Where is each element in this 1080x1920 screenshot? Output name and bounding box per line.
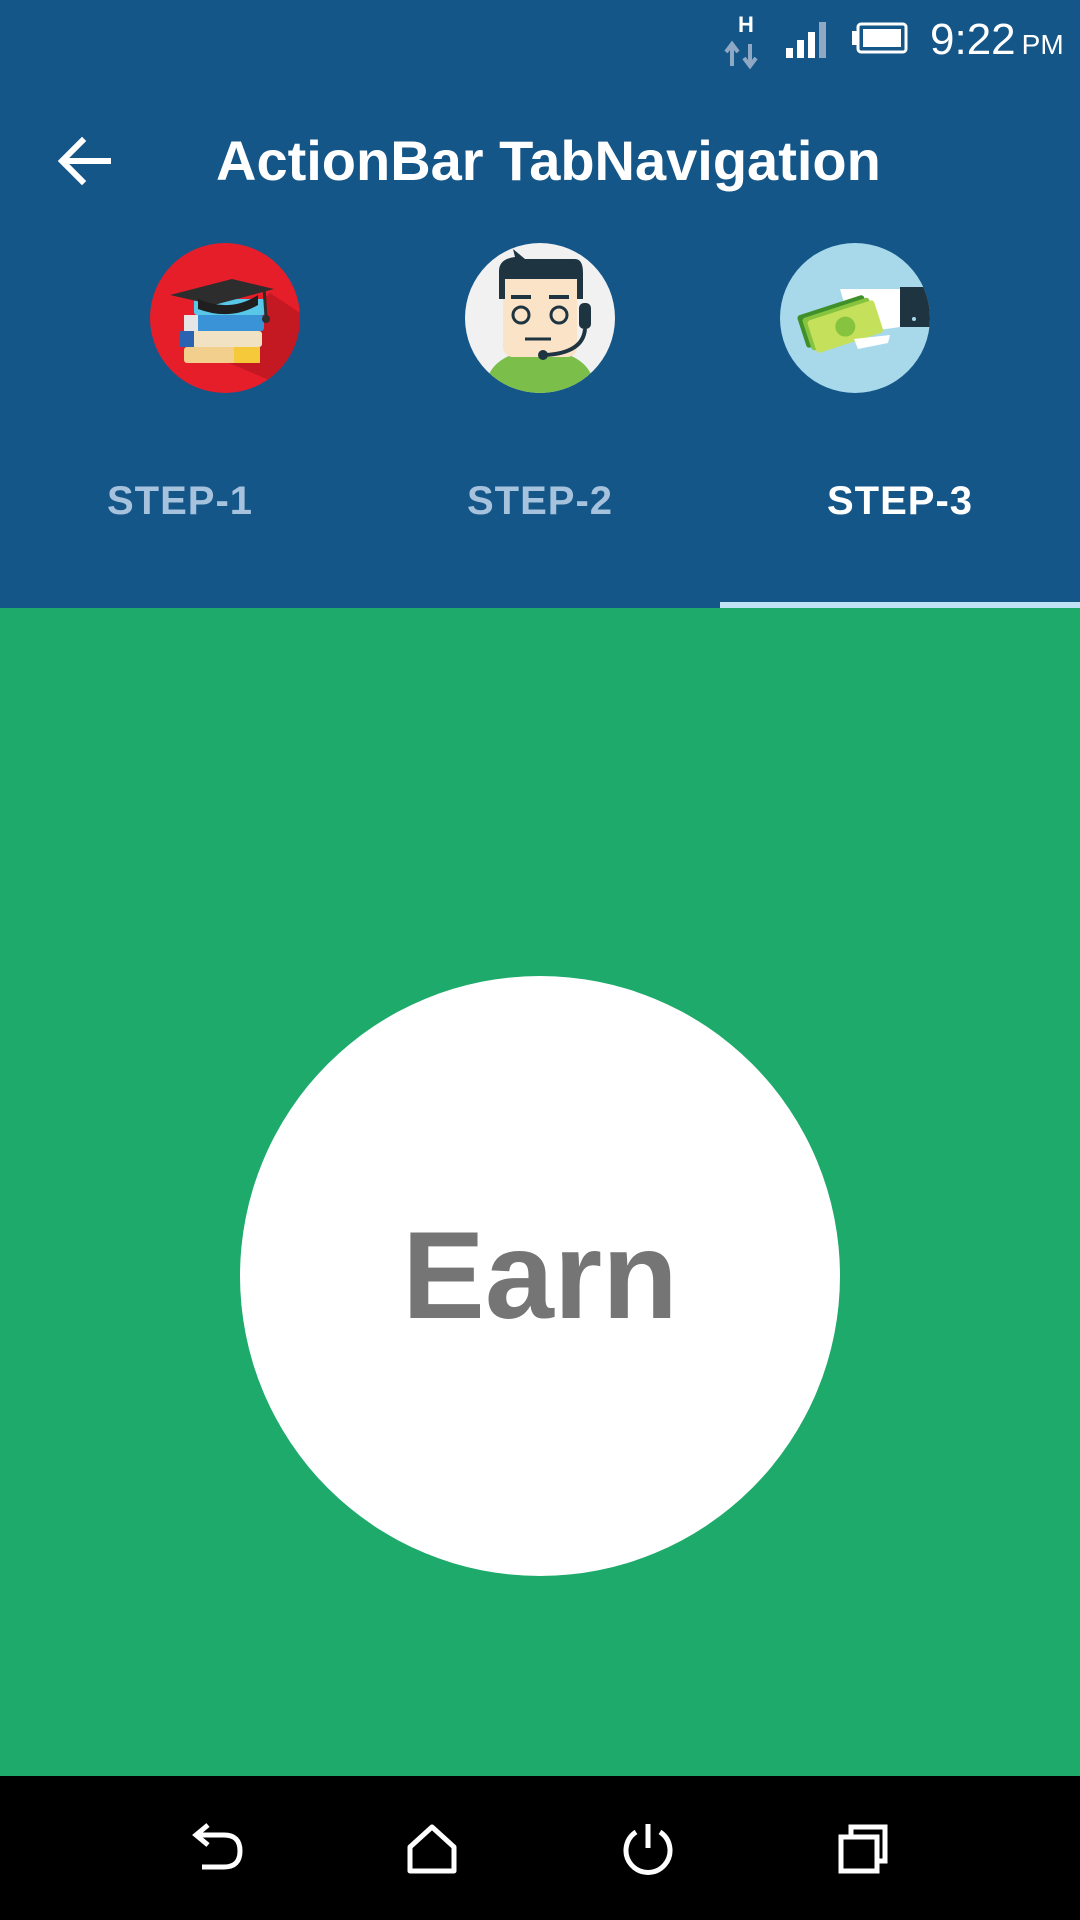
nav-recents-button[interactable] — [823, 1808, 903, 1888]
network-type-text: H — [738, 12, 754, 37]
tab-label-step-2: STEP-2 — [466, 479, 614, 523]
signal-icon — [786, 22, 826, 58]
clock-time: 9:22 — [930, 15, 1016, 64]
action-bar: ActionBar TabNavigation — [0, 80, 1080, 240]
nav-power-button[interactable] — [608, 1808, 688, 1888]
books-graduation-cap-icon — [150, 243, 300, 393]
status-bar: H 9:22 PM — [0, 0, 1080, 80]
recents-icon — [838, 1824, 888, 1874]
earn-button[interactable]: Earn — [240, 976, 840, 1576]
support-agent-headset-icon — [465, 243, 615, 393]
page-title: ActionBar TabNavigation — [216, 129, 881, 192]
data-transfer-icon: H — [724, 12, 758, 70]
screen: H 9:22 PM ActionBar TabNavigation STEP-1… — [0, 0, 1080, 1920]
tab-step-3[interactable]: STEP-3 — [720, 240, 1080, 608]
arrow-back-icon — [57, 136, 111, 186]
back-button[interactable] — [44, 126, 124, 196]
tab-label-step-1: STEP-1 — [106, 479, 254, 523]
navigation-bar — [0, 1776, 1080, 1920]
tab-step-2[interactable]: STEP-2 — [360, 240, 720, 608]
money-hand-icon — [780, 243, 930, 393]
clock-ampm: PM — [1021, 29, 1064, 60]
nav-home-button[interactable] — [392, 1808, 472, 1888]
earn-label: Earn — [402, 1207, 678, 1345]
nav-back-button[interactable] — [178, 1808, 258, 1888]
home-icon — [407, 1824, 457, 1874]
back-nav-icon — [192, 1823, 243, 1870]
tab-label-step-3: STEP-3 — [826, 479, 974, 523]
tab-bar: STEP-1 STEP-2 STEP-3 — [0, 240, 1080, 608]
status-clock: 9:22 PM — [930, 14, 1064, 71]
battery-icon — [852, 22, 908, 54]
power-icon — [623, 1824, 673, 1875]
content-area: Earn — [0, 608, 1080, 1776]
tab-step-1[interactable]: STEP-1 — [0, 240, 360, 608]
